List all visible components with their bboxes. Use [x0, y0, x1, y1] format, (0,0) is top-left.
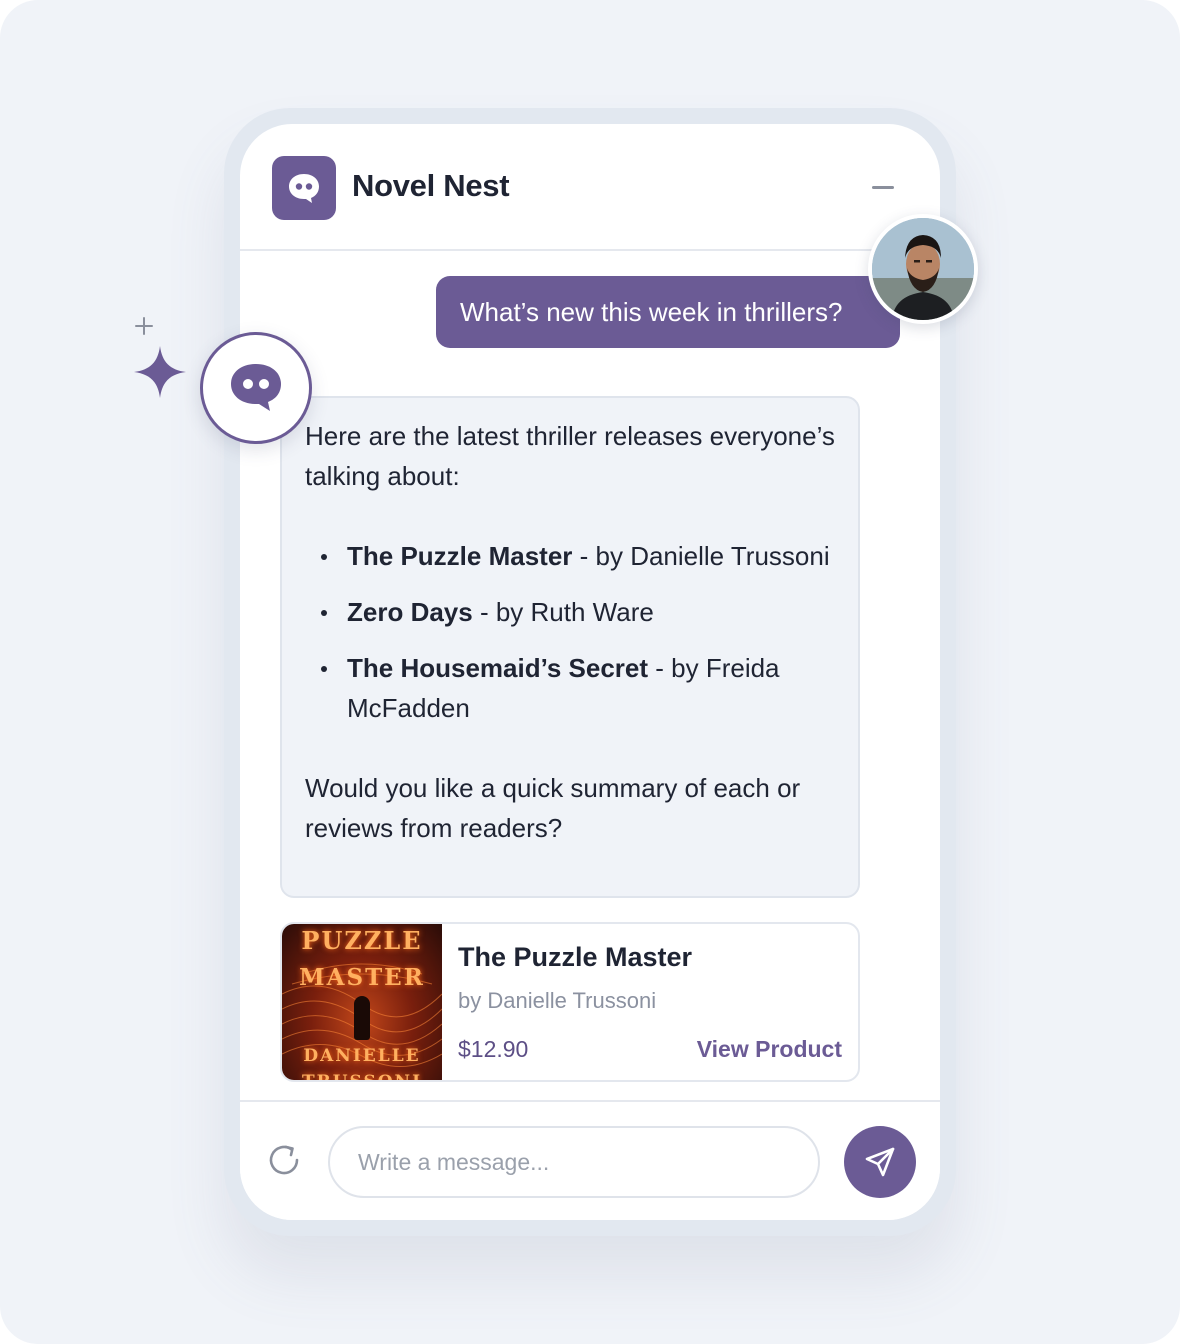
cover-title-line2: MASTER	[299, 964, 425, 991]
book-title: Zero Days	[347, 597, 473, 627]
person-photo-illustration	[872, 218, 974, 320]
send-button[interactable]	[844, 1126, 916, 1198]
bot-outro-text: Would you like a quick summary of each o…	[305, 773, 801, 843]
bot-avatar	[200, 332, 312, 444]
cover-figure	[354, 996, 370, 1040]
user-photo	[872, 218, 974, 320]
plus-sparkle-icon	[135, 317, 153, 335]
cover-author-line2: TRUSSONI	[301, 1072, 423, 1082]
refresh-icon[interactable]	[264, 1140, 304, 1180]
send-icon	[865, 1147, 895, 1177]
list-item: The Housemaid’s Secret - by Freida McFad…	[305, 648, 836, 728]
bot-intro-text: Here are the latest thriller releases ev…	[305, 421, 835, 491]
product-author: by Danielle Trussoni	[458, 988, 657, 1013]
user-message-bubble: What’s new this week in thrillers?	[436, 276, 900, 348]
list-item: The Puzzle Master - by Danielle Trussoni	[305, 536, 836, 576]
message-composer	[240, 1100, 940, 1220]
chat-header: Novel Nest	[240, 124, 940, 251]
minimize-icon[interactable]	[870, 180, 898, 194]
chat-window: Novel Nest What’s new this week in thril…	[240, 124, 940, 1220]
cover-author: DANIELLE	[303, 1046, 421, 1066]
sparkle-icon	[134, 346, 186, 398]
book-author: - by Danielle Trussoni	[572, 541, 830, 571]
product-card[interactable]: PUZZLE MASTER DANIELLE TRUSSONI The Puzz…	[280, 922, 860, 1082]
chat-bubble-icon	[289, 174, 319, 203]
list-item: Zero Days - by Ruth Ware	[305, 592, 836, 632]
book-cover-image: PUZZLE MASTER DANIELLE TRUSSONI	[282, 924, 442, 1082]
user-avatar	[868, 214, 978, 324]
app-title: Novel Nest	[352, 168, 510, 203]
bot-message-bubble: Here are the latest thriller releases ev…	[280, 396, 860, 898]
book-title: The Puzzle Master	[347, 541, 573, 571]
message-input[interactable]	[328, 1126, 820, 1198]
cover-title-line1: PUZZLE	[301, 926, 423, 955]
book-author: - by Ruth Ware	[472, 597, 654, 627]
book-title: The Housemaid’s Secret	[347, 653, 649, 683]
product-price: $12.90	[458, 1036, 529, 1062]
view-product-link[interactable]: View Product	[697, 1036, 842, 1063]
app-logo	[272, 156, 336, 220]
chat-bubble-icon	[231, 364, 281, 411]
product-title: The Puzzle Master	[458, 942, 693, 972]
book-list: The Puzzle Master - by Danielle Trussoni…	[305, 536, 836, 728]
